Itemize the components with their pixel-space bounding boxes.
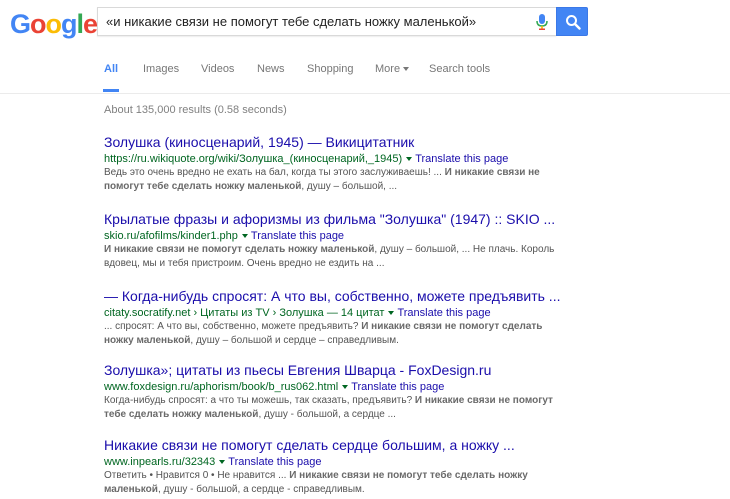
tab-news[interactable]: News bbox=[257, 63, 285, 75]
translate-link[interactable]: Translate this page bbox=[228, 456, 321, 468]
result-url-text: www.inpearls.ru/32343 bbox=[104, 456, 216, 468]
chevron-down-icon bbox=[403, 67, 410, 72]
translate-link[interactable]: Translate this page bbox=[415, 153, 508, 165]
result-stats: About 135,000 results (0.58 seconds) bbox=[104, 104, 287, 116]
magnifier-icon bbox=[566, 15, 581, 30]
search-header: Google bbox=[0, 0, 730, 46]
search-box[interactable] bbox=[97, 7, 556, 36]
tab-more-label: More bbox=[375, 63, 401, 75]
microphone-icon[interactable] bbox=[534, 13, 550, 31]
result-url-text: https://ru.wikiquote.org/wiki/Золушка_(к… bbox=[104, 153, 403, 165]
snippet-text: , душу - большой, а сердце - справедливы… bbox=[157, 484, 365, 495]
result-url: citaty.socratify.net › Цитаты из TV › Зо… bbox=[104, 306, 584, 320]
result-snippet: И никакие связи не помогут сделать ножку… bbox=[104, 243, 564, 271]
result-snippet: Ответить • Нравится 0 • Не нравится ... … bbox=[104, 469, 564, 497]
dropdown-arrow-icon[interactable] bbox=[219, 460, 226, 465]
result-title-link[interactable]: Золушка»; цитаты из пьесы Евгения Шварца… bbox=[104, 362, 584, 379]
result-url: skio.ru/afofilms/kinder1.php Translate th… bbox=[104, 229, 584, 243]
search-result: Золушка (киносценарий, 1945) — Викицитат… bbox=[104, 134, 584, 194]
tab-shopping[interactable]: Shopping bbox=[307, 63, 354, 75]
google-logo[interactable]: Google bbox=[10, 9, 98, 39]
dropdown-arrow-icon[interactable] bbox=[388, 311, 395, 316]
dropdown-arrow-icon[interactable] bbox=[342, 385, 349, 390]
result-title-link[interactable]: Крылатые фразы и афоризмы из фильма "Зол… bbox=[104, 211, 584, 228]
tab-all[interactable]: All bbox=[104, 63, 118, 75]
result-url: www.inpearls.ru/32343 Translate this page bbox=[104, 455, 584, 469]
dropdown-arrow-icon[interactable] bbox=[406, 157, 413, 162]
translate-link[interactable]: Translate this page bbox=[251, 230, 344, 242]
search-result: Золушка»; цитаты из пьесы Евгения Шварца… bbox=[104, 362, 584, 422]
result-snippet: ... спросят: А что вы, собственно, может… bbox=[104, 320, 564, 348]
tab-search-tools[interactable]: Search tools bbox=[429, 63, 490, 75]
tab-videos[interactable]: Videos bbox=[201, 63, 234, 75]
translate-link[interactable]: Translate this page bbox=[397, 307, 490, 319]
result-url-text: citaty.socratify.net › Цитаты из TV › Зо… bbox=[104, 307, 385, 319]
search-result: Никакие связи не помогут сделать сердце … bbox=[104, 437, 584, 497]
result-url: www.foxdesign.ru/aphorism/book/b_rus062.… bbox=[104, 380, 584, 394]
result-url-text: skio.ru/afofilms/kinder1.php bbox=[104, 230, 238, 242]
result-title-link[interactable]: — Когда-нибудь спросят: А что вы, собств… bbox=[104, 288, 584, 305]
translate-link[interactable]: Translate this page bbox=[351, 381, 444, 393]
search-result: Крылатые фразы и афоризмы из фильма "Зол… bbox=[104, 211, 584, 271]
search-input[interactable] bbox=[106, 8, 526, 35]
snippet-highlight: И никакие связи не помогут сделать ножку… bbox=[104, 244, 375, 255]
result-snippet: Когда-нибудь спросят: а что ты можешь, т… bbox=[104, 394, 564, 422]
search-result: — Когда-нибудь спросят: А что вы, собств… bbox=[104, 288, 584, 348]
result-title-link[interactable]: Золушка (киносценарий, 1945) — Викицитат… bbox=[104, 134, 584, 151]
logo-letter: o bbox=[45, 9, 62, 39]
active-tab-indicator bbox=[103, 89, 119, 92]
search-button[interactable] bbox=[556, 7, 588, 36]
logo-letter: g bbox=[61, 9, 77, 39]
logo-letter: e bbox=[83, 9, 98, 39]
result-url: https://ru.wikiquote.org/wiki/Золушка_(к… bbox=[104, 152, 584, 166]
result-snippet: Ведь это очень вредно не ехать на бал, к… bbox=[104, 166, 564, 194]
snippet-text: , душу - большой, а сердце ... bbox=[258, 409, 396, 420]
snippet-text: , душу – большой и сердце – справедливым… bbox=[190, 335, 399, 346]
tab-images[interactable]: Images bbox=[143, 63, 179, 75]
snippet-text: Когда-нибудь спросят: а что ты можешь, т… bbox=[104, 395, 415, 406]
search-tabs: All Images Videos News Shopping More Sea… bbox=[0, 46, 730, 94]
dropdown-arrow-icon[interactable] bbox=[241, 234, 248, 239]
snippet-text: , душу – большой, ... bbox=[301, 181, 398, 192]
result-title-link[interactable]: Никакие связи не помогут сделать сердце … bbox=[104, 437, 584, 454]
logo-letter: G bbox=[10, 9, 31, 39]
snippet-text: Ответить • Нравится 0 • Не нравится ... bbox=[104, 470, 290, 481]
result-url-text: www.foxdesign.ru/aphorism/book/b_rus062.… bbox=[104, 381, 339, 393]
snippet-text: Ведь это очень вредно не ехать на бал, к… bbox=[104, 167, 445, 178]
snippet-text: ... спросят: А что вы, собственно, может… bbox=[104, 321, 362, 332]
logo-letter: o bbox=[30, 9, 46, 39]
tab-more[interactable]: More bbox=[375, 63, 410, 75]
